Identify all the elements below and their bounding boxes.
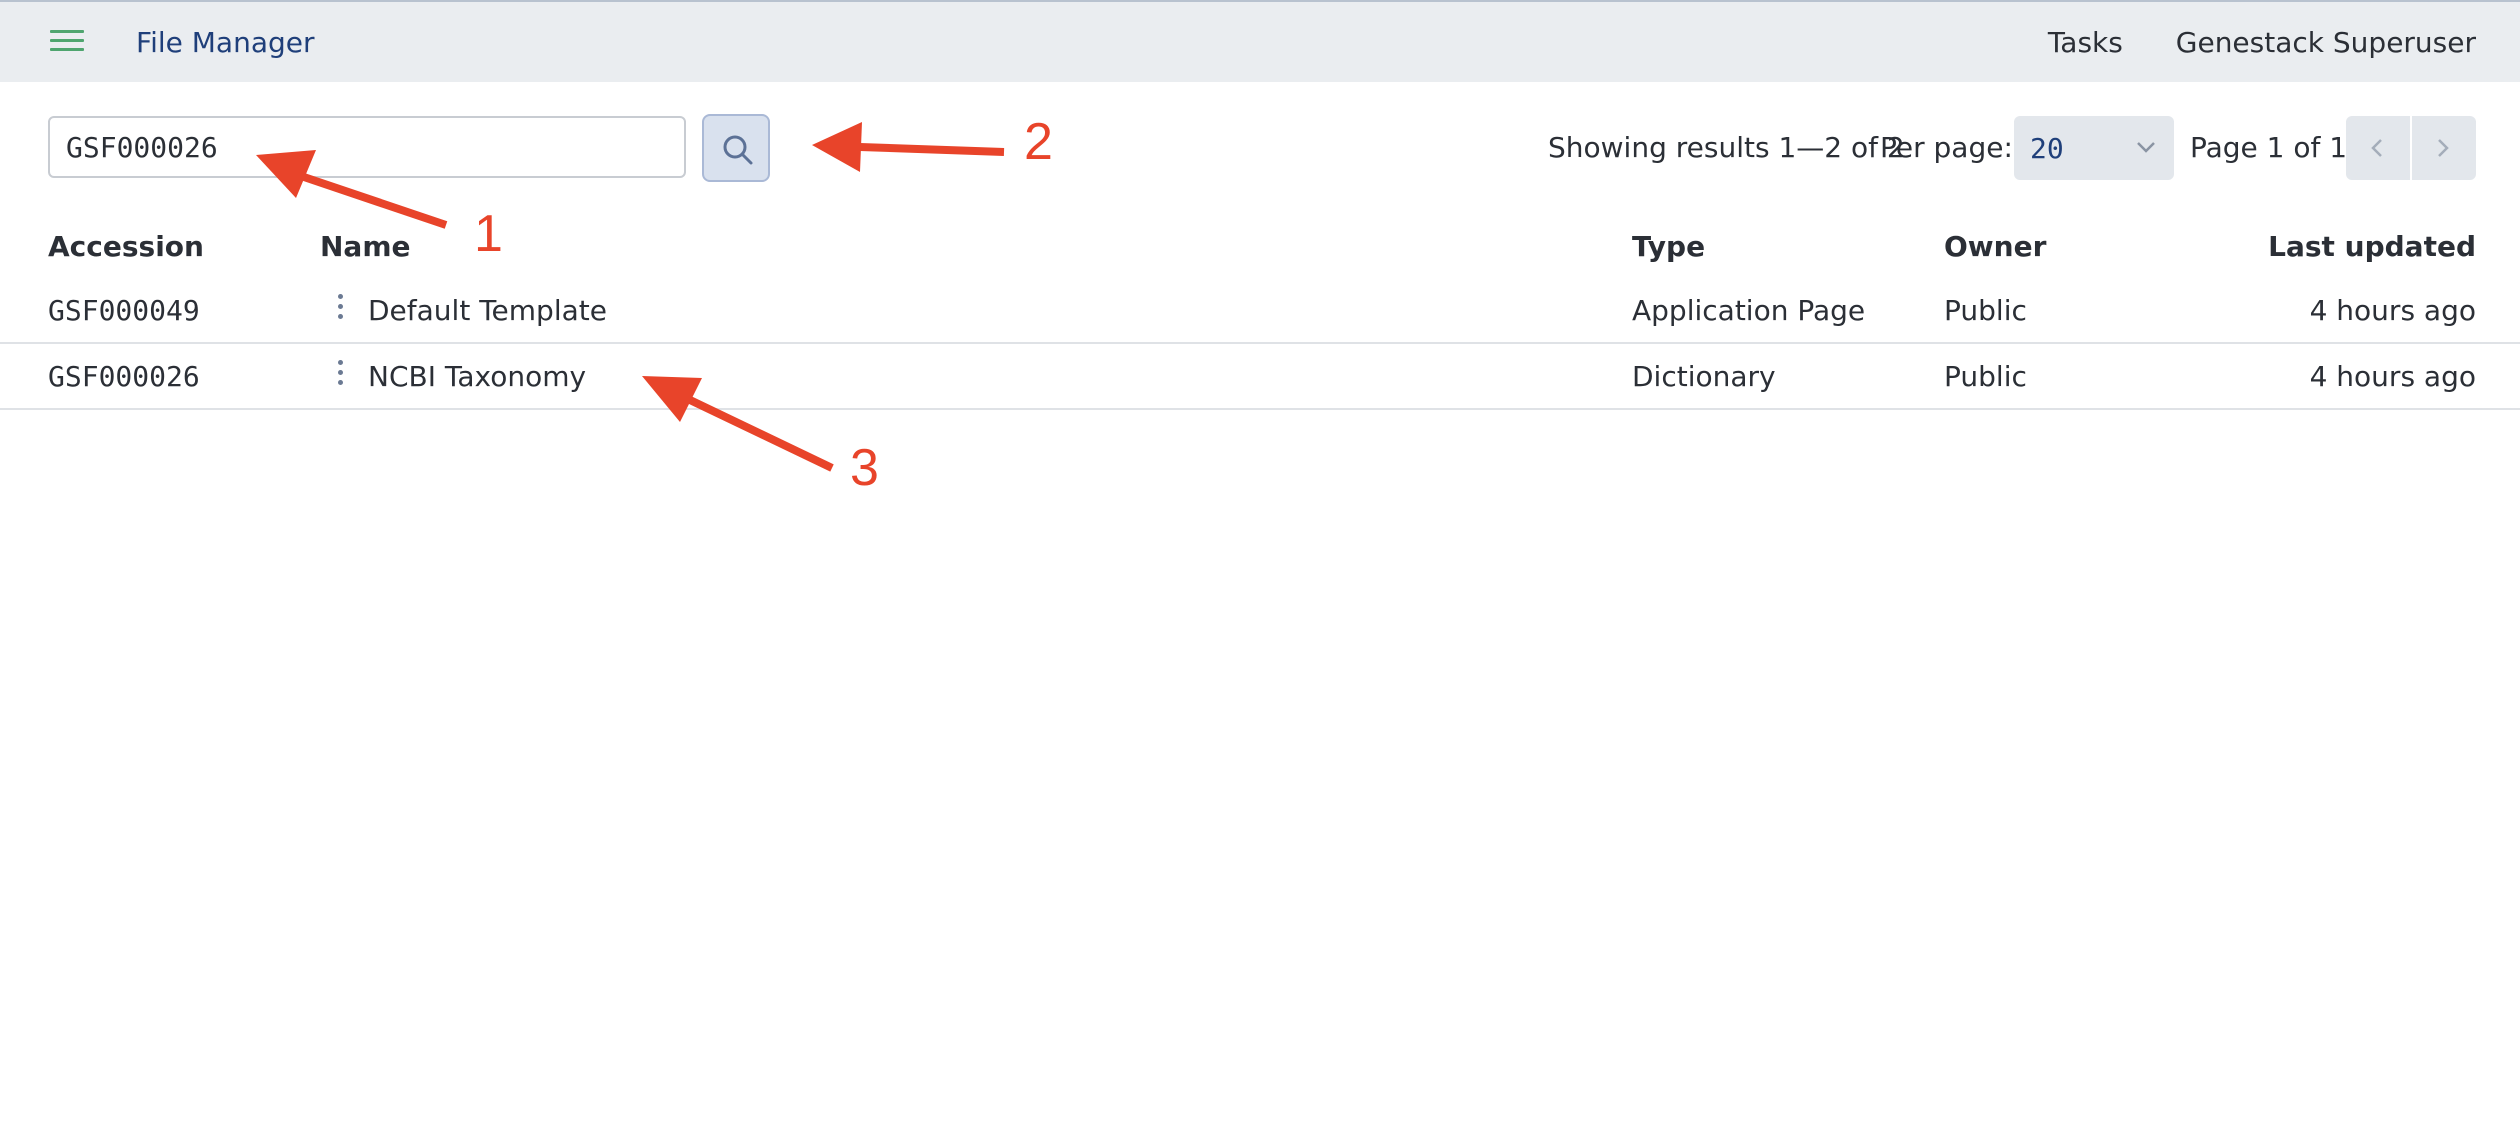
annotation-arrowhead-2 bbox=[812, 122, 862, 172]
top-bar: File Manager Tasks Genestack Superuser bbox=[0, 0, 2520, 82]
search-icon bbox=[723, 135, 753, 165]
pager bbox=[2346, 116, 2476, 180]
annotation-label-3: 3 bbox=[850, 439, 879, 497]
cell-last-updated: 4 hours ago bbox=[2309, 360, 2476, 393]
cell-name[interactable]: NCBI Taxonomy bbox=[368, 360, 586, 393]
column-header-name[interactable]: Name bbox=[320, 230, 411, 263]
cell-owner: Public bbox=[1944, 360, 2027, 393]
results-count: Showing results 1—2 of 2 bbox=[1548, 131, 1905, 164]
annotation-label-1: 1 bbox=[474, 205, 503, 263]
cell-name[interactable]: Default Template bbox=[368, 294, 607, 327]
search-input[interactable] bbox=[48, 116, 686, 178]
cell-type: Dictionary bbox=[1632, 360, 1776, 393]
column-header-last-updated[interactable]: Last updated bbox=[2268, 230, 2476, 263]
cell-owner: Public bbox=[1944, 294, 2027, 327]
page-indicator: Page 1 of 1 bbox=[2190, 131, 2348, 164]
cell-last-updated: 4 hours ago bbox=[2309, 294, 2476, 327]
kebab-icon[interactable] bbox=[330, 294, 350, 324]
prev-page-button[interactable] bbox=[2346, 116, 2412, 180]
chevron-left-icon bbox=[2371, 139, 2382, 157]
cell-type: Application Page bbox=[1632, 294, 1866, 327]
nav-user-menu[interactable]: Genestack Superuser bbox=[2176, 26, 2476, 59]
annotation-label-2: 2 bbox=[1024, 113, 1053, 171]
annotation-arrow-2 bbox=[859, 143, 1005, 156]
cell-accession: GSF000026 bbox=[48, 360, 200, 393]
per-page-value: 20 bbox=[2030, 132, 2064, 165]
column-header-type[interactable]: Type bbox=[1632, 230, 1705, 263]
column-header-owner[interactable]: Owner bbox=[1944, 230, 2046, 263]
annotation-arrow-1 bbox=[296, 171, 448, 229]
menu-icon[interactable] bbox=[50, 30, 84, 54]
chevron-right-icon bbox=[2438, 139, 2449, 157]
kebab-icon[interactable] bbox=[330, 360, 350, 390]
cell-accession: GSF000049 bbox=[48, 294, 200, 327]
table-row[interactable]: GSF000049 Default Template Application P… bbox=[0, 278, 2520, 344]
per-page-select[interactable]: 20 bbox=[2014, 116, 2174, 180]
search-button[interactable] bbox=[702, 114, 770, 182]
per-page-label: Per page: bbox=[1880, 131, 2013, 164]
app-title[interactable]: File Manager bbox=[136, 26, 315, 59]
table-row[interactable]: GSF000026 NCBI Taxonomy Dictionary Publi… bbox=[0, 344, 2520, 410]
next-page-button[interactable] bbox=[2412, 116, 2476, 180]
annotation-arrow-3 bbox=[688, 396, 834, 472]
column-header-accession[interactable]: Accession bbox=[48, 230, 204, 263]
chevron-down-icon bbox=[2137, 142, 2155, 153]
nav-tasks[interactable]: Tasks bbox=[2048, 26, 2123, 59]
top-nav: Tasks Genestack Superuser bbox=[2004, 26, 2476, 59]
